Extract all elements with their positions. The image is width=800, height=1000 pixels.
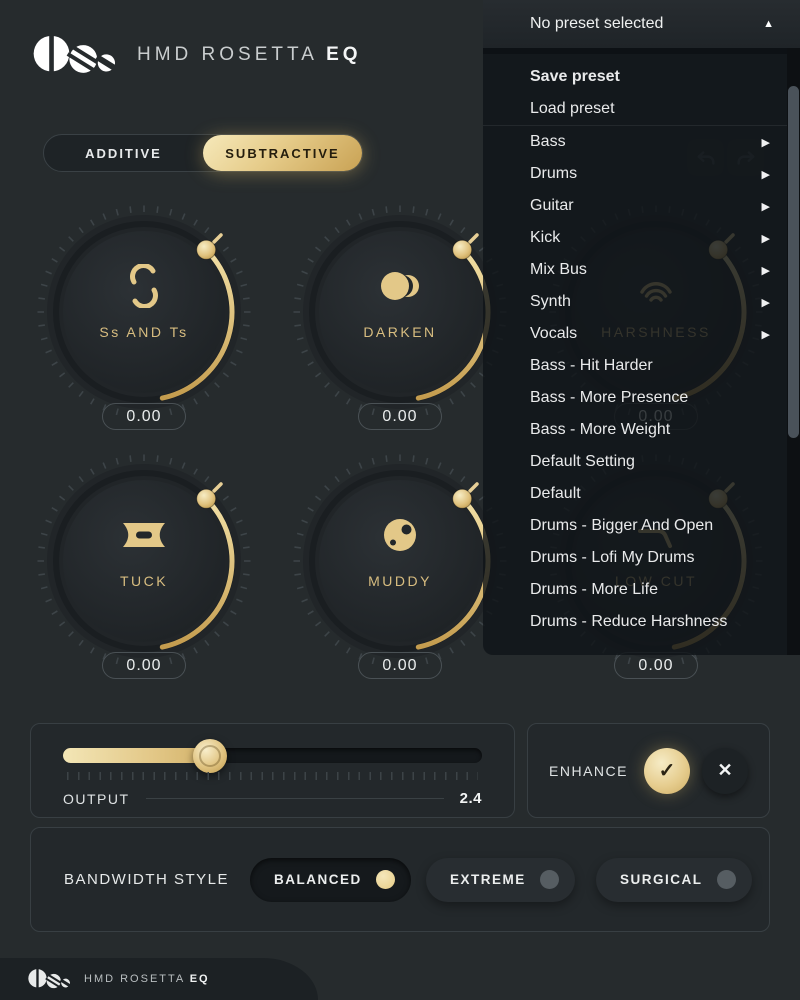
bandwidth-option-surgical[interactable]: SURGICAL [596, 858, 752, 902]
bandwidth-panel: BANDWIDTH STYLE BALANCED EXTREME SURGICA… [30, 827, 770, 932]
footer-brand-text-bold: EQ [190, 973, 210, 985]
menu-item-synth[interactable]: Synth ▶ [483, 286, 800, 318]
output-slider-fill [63, 748, 210, 763]
chevron-right-icon: ▶ [762, 328, 770, 341]
knob-label: Ss AND Ts [34, 324, 254, 340]
knob-value-muddy[interactable]: 0.00 [358, 652, 442, 679]
preset-selected-label: No preset selected [530, 15, 663, 33]
knob-value-darken[interactable]: 0.00 [358, 403, 442, 430]
knob-dial [290, 202, 510, 422]
close-icon: ✕ [717, 760, 732, 781]
chevron-right-icon: ▶ [762, 296, 770, 309]
footer-title: HMD ROSETTA EQ [84, 973, 210, 985]
knob-dial [290, 451, 510, 671]
s-swirl-icon [122, 264, 166, 308]
radio-dot-icon [717, 870, 736, 889]
muddy-ball-icon [378, 513, 422, 557]
mode-option-subtractive[interactable]: SUBTRACTIVE [203, 135, 362, 171]
plugin-window: HMD ROSETTA EQ ADDITIVE SUBTRACTIVE [0, 0, 800, 1000]
menu-item-label: Drums [530, 165, 577, 183]
menu-item-preset[interactable]: Default [483, 478, 800, 510]
eclipse-icon [378, 264, 422, 308]
knob-label: MUDDY [290, 573, 510, 589]
chevron-right-icon: ▶ [762, 232, 770, 245]
knob-tuck[interactable]: TUCK [34, 451, 254, 671]
chevron-right-icon: ▶ [762, 264, 770, 277]
brand-text-bold: EQ [326, 44, 361, 65]
menu-item-label: Bass [530, 133, 566, 151]
enhance-panel: ENHANCE ✓ ✕ [527, 723, 770, 818]
bandwidth-option-extreme[interactable]: EXTREME [426, 858, 575, 902]
menu-item-label: Guitar [530, 197, 574, 215]
knob-value-tuck[interactable]: 0.00 [102, 652, 186, 679]
pill-label: EXTREME [450, 872, 526, 887]
radio-dot-icon [376, 870, 395, 889]
menu-item-save-preset[interactable]: Save preset [483, 61, 800, 93]
output-panel: OUTPUT 2.4 [30, 723, 515, 818]
output-slider-ticks [67, 772, 478, 780]
menu-item-preset[interactable]: Bass - More Presence [483, 382, 800, 414]
menu-item-vocals[interactable]: Vocals ▶ [483, 318, 800, 350]
knob-label: TUCK [34, 573, 254, 589]
brand-text: HMD ROSETTA [137, 44, 317, 65]
scrollbar-thumb[interactable] [788, 86, 799, 438]
menu-item-mix-bus[interactable]: Mix Bus ▶ [483, 254, 800, 286]
menu-item-preset[interactable]: Drums - Lofi My Drums [483, 542, 800, 574]
pill-label: SURGICAL [620, 872, 703, 887]
menu-item-preset[interactable]: Bass - More Weight [483, 414, 800, 446]
knob-darken[interactable]: DARKEN [290, 202, 510, 422]
enhance-off-button[interactable]: ✕ [702, 748, 748, 794]
output-value: 2.4 [460, 790, 482, 807]
knob-dial [34, 202, 254, 422]
output-slider-thumb[interactable] [193, 739, 227, 773]
footer: HMD ROSETTA EQ [0, 958, 318, 1000]
footer-brand-text: HMD ROSETTA [84, 973, 185, 985]
output-divider [146, 798, 444, 799]
preset-menu-header[interactable]: No preset selected ▲ [483, 0, 800, 48]
menu-item-label: Synth [530, 293, 571, 311]
knob-value-ss-and-ts[interactable]: 0.00 [102, 403, 186, 430]
chevron-right-icon: ▶ [762, 168, 770, 181]
footer-logo [28, 965, 70, 993]
bandwidth-label: BANDWIDTH STYLE [64, 871, 229, 888]
chevron-up-icon: ▲ [763, 18, 774, 30]
preset-menu-list: Save preset Load preset Bass ▶ Drums ▶ G… [483, 48, 800, 655]
page-title: HMD ROSETTA EQ [137, 44, 362, 66]
tuck-icon [120, 513, 168, 557]
radio-dot-icon [540, 870, 559, 889]
menu-item-preset[interactable]: Drums - Reduce Harshness [483, 606, 800, 638]
brand-logo [33, 28, 115, 82]
menu-item-preset[interactable]: Bass - Hit Harder [483, 350, 800, 382]
menu-item-preset[interactable]: Default Setting [483, 446, 800, 478]
menu-item-preset[interactable]: Drums - Bigger And Open [483, 510, 800, 542]
knob-value-low-cut[interactable]: 0.00 [614, 652, 698, 679]
menu-item-drums[interactable]: Drums ▶ [483, 158, 800, 190]
knob-muddy[interactable]: MUDDY [290, 451, 510, 671]
header: HMD ROSETTA EQ [33, 28, 362, 82]
menu-item-bass[interactable]: Bass ▶ [483, 126, 800, 158]
output-slider[interactable] [63, 748, 482, 763]
preset-menu: No preset selected ▲ Save preset Load pr… [483, 0, 800, 655]
menu-item-label: Mix Bus [530, 261, 587, 279]
chevron-right-icon: ▶ [762, 136, 770, 149]
menu-item-load-preset[interactable]: Load preset [483, 93, 800, 126]
mode-option-additive[interactable]: ADDITIVE [44, 135, 203, 171]
knob-label: DARKEN [290, 324, 510, 340]
menu-item-guitar[interactable]: Guitar ▶ [483, 190, 800, 222]
knob-dial [34, 451, 254, 671]
menu-item-preset[interactable]: Drums - More Life [483, 574, 800, 606]
bandwidth-option-balanced[interactable]: BALANCED [250, 858, 411, 902]
pill-label: BALANCED [274, 872, 362, 887]
knob-ss-and-ts[interactable]: Ss AND Ts [34, 202, 254, 422]
output-label: OUTPUT [63, 791, 130, 807]
menu-item-label: Vocals [530, 325, 577, 343]
check-icon: ✓ [659, 758, 676, 783]
chevron-right-icon: ▶ [762, 200, 770, 213]
mode-toggle: ADDITIVE SUBTRACTIVE [43, 134, 363, 172]
menu-item-label: Kick [530, 229, 560, 247]
enhance-label: ENHANCE [549, 763, 628, 779]
scrollbar-track[interactable] [787, 48, 800, 655]
enhance-on-button[interactable]: ✓ [644, 748, 690, 794]
menu-item-kick[interactable]: Kick ▶ [483, 222, 800, 254]
